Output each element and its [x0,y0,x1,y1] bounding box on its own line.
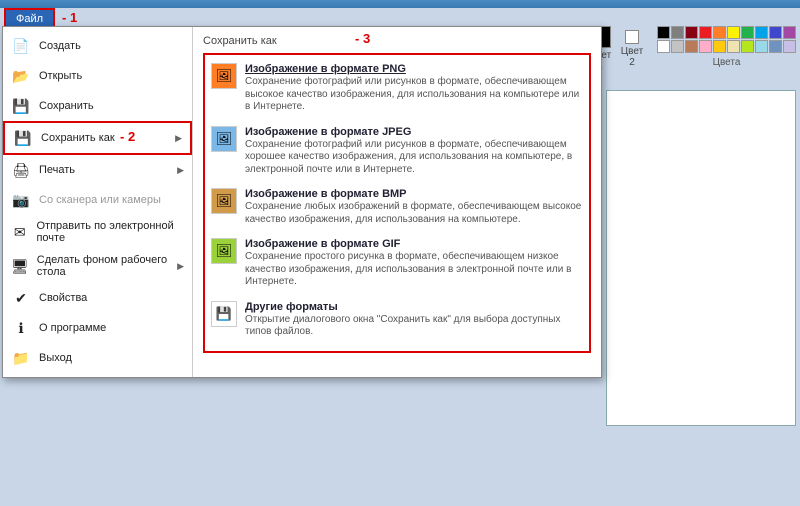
palette-swatch[interactable] [769,26,782,39]
format-description: Сохранение фотографий или рисунков в фор… [245,139,583,177]
chevron-right-icon: ▶ [175,133,182,144]
menu-item-3[interactable]: 💾 Сохранить как ▶ [3,121,192,155]
submenu-highlight-box: 🖼Изображение в формате PNGСохранение фот… [203,53,591,353]
palette-swatch[interactable] [727,26,740,39]
menu-item-label: О программе [39,322,106,334]
palette-swatch[interactable] [755,26,768,39]
menu-item-icon: 🖨 [11,160,31,180]
menu-item-label: Создать [39,40,81,52]
format-icon: 🖼 [211,126,237,152]
palette-swatch[interactable] [783,26,796,39]
palette-swatch[interactable] [671,40,684,53]
menu-item-7[interactable]: 🖥 Сделать фоном рабочего стола ▶ [3,249,192,283]
palette-swatch[interactable] [685,26,698,39]
menu-item-label: Открыть [39,70,82,82]
submenu-title: Сохранить как [203,33,591,53]
annotation-3: - 3 [355,31,370,46]
menu-item-6[interactable]: ✉ Отправить по электронной почте [3,215,192,249]
menu-item-icon: ✉ [11,222,28,242]
save-as-submenu: Сохранить как - 3 🖼 Изображение в формате… [193,27,601,377]
palette-swatch[interactable] [727,40,740,53]
menu-item-icon: 📁 [11,348,31,368]
format-icon: 💾 [211,301,237,327]
annotation-1: - 1 [62,10,77,25]
format-description: Сохранение фотографий или рисунков в фор… [245,76,583,114]
menu-item-label: Со сканера или камеры [39,194,161,206]
menu-item-icon: 💾 [11,96,31,116]
menu-item-icon: ✔ [11,288,31,308]
annotation-2: - 2 [120,129,135,144]
menu-item-icon: 📂 [11,66,31,86]
chevron-right-icon: ▶ [177,165,184,176]
format-description: Сохранение простого рисунка в формате, о… [245,251,583,289]
saveas-option-1[interactable]: 🖼 Изображение в формате JPEGСохранение фо… [209,122,585,185]
menu-item-label: Печать [39,164,75,176]
menu-item-icon: 🖥 [11,256,29,276]
palette-swatch[interactable] [713,40,726,53]
saveas-option-3[interactable]: 🖼 Изображение в формате GIFСохранение про… [209,234,585,297]
format-icon: 🖼 [211,238,237,264]
format-title: Изображение в формате GIF [245,238,583,250]
palette-swatch[interactable] [685,40,698,53]
menu-item-label: Выход [39,352,72,364]
menu-item-label: Сделать фоном рабочего стола [37,254,169,278]
format-description: Открытие диалогового окна "Сохранить как… [245,314,583,339]
menu-item-label: Сохранить как [41,132,115,144]
menu-item-2[interactable]: 💾 Сохранить [3,91,192,121]
palette-swatch[interactable] [755,40,768,53]
menu-item-0[interactable]: 📄 Создать [3,31,192,61]
format-title: Изображение в формате JPEG [245,126,583,138]
saveas-option-0[interactable]: 🖼 Изображение в формате PNGСохранение фот… [209,59,585,122]
palette-swatch[interactable] [699,26,712,39]
palette-swatch[interactable] [769,40,782,53]
color-2-label: Цвет 2 [621,46,643,68]
menu-item-10[interactable]: 📁 Выход [3,343,192,373]
format-icon: 🖼 [211,63,237,89]
palette-swatch[interactable] [741,40,754,53]
palette-swatch[interactable] [671,26,684,39]
palette-swatch[interactable] [657,40,670,53]
menu-item-icon: 💾 [13,128,33,148]
format-title: Другие форматы [245,301,583,313]
format-title: Изображение в формате PNG [245,63,583,75]
file-menu-list: 📄 Создать 📂 Открыть 💾 Сохранить 💾 Сохранить как… [3,27,193,377]
drawing-canvas[interactable] [606,90,796,426]
file-menu-dropdown: 📄Создать📂Открыть💾Сохранить💾Сохранить как… [2,26,602,378]
menu-item-icon: ℹ [11,318,31,338]
window-titlebar [0,0,800,8]
palette-swatch[interactable] [657,26,670,39]
menu-item-icon: 📄 [11,36,31,56]
palette-swatch[interactable] [713,26,726,39]
menu-item-8[interactable]: ✔ Свойства [3,283,192,313]
format-title: Изображение в формате BMP [245,188,583,200]
ribbon-colors-group: Цвет 1 Цвет 2 Цвета [585,26,796,72]
palette-swatch[interactable] [783,40,796,53]
palette-swatch[interactable] [741,26,754,39]
saveas-option-4[interactable]: 💾 Другие форматыОткрытие диалогового окна… [209,297,585,347]
menu-item-4[interactable]: 🖨 Печать ▶ [3,155,192,185]
menu-item-label: Сохранить [39,100,94,112]
menu-item-icon: 📷 [11,190,31,210]
palette-swatch[interactable] [699,40,712,53]
color-palette[interactable] [657,26,796,53]
saveas-option-2[interactable]: 🖼 Изображение в формате BMPСохранение люб… [209,184,585,234]
chevron-right-icon: ▶ [177,261,184,272]
menu-item-label: Свойства [39,292,87,304]
palette-label: Цвета [657,57,796,68]
menu-item-1[interactable]: 📂 Открыть [3,61,192,91]
menu-item-5: 📷 Со сканера или камеры [3,185,192,215]
format-icon: 🖼 [211,188,237,214]
format-description: Сохранение любых изображений в формате, … [245,201,583,226]
color-2-selector[interactable]: Цвет 2 [617,30,647,68]
menu-item-label: Отправить по электронной почте [36,220,184,244]
menu-item-9[interactable]: ℹ О программе [3,313,192,343]
